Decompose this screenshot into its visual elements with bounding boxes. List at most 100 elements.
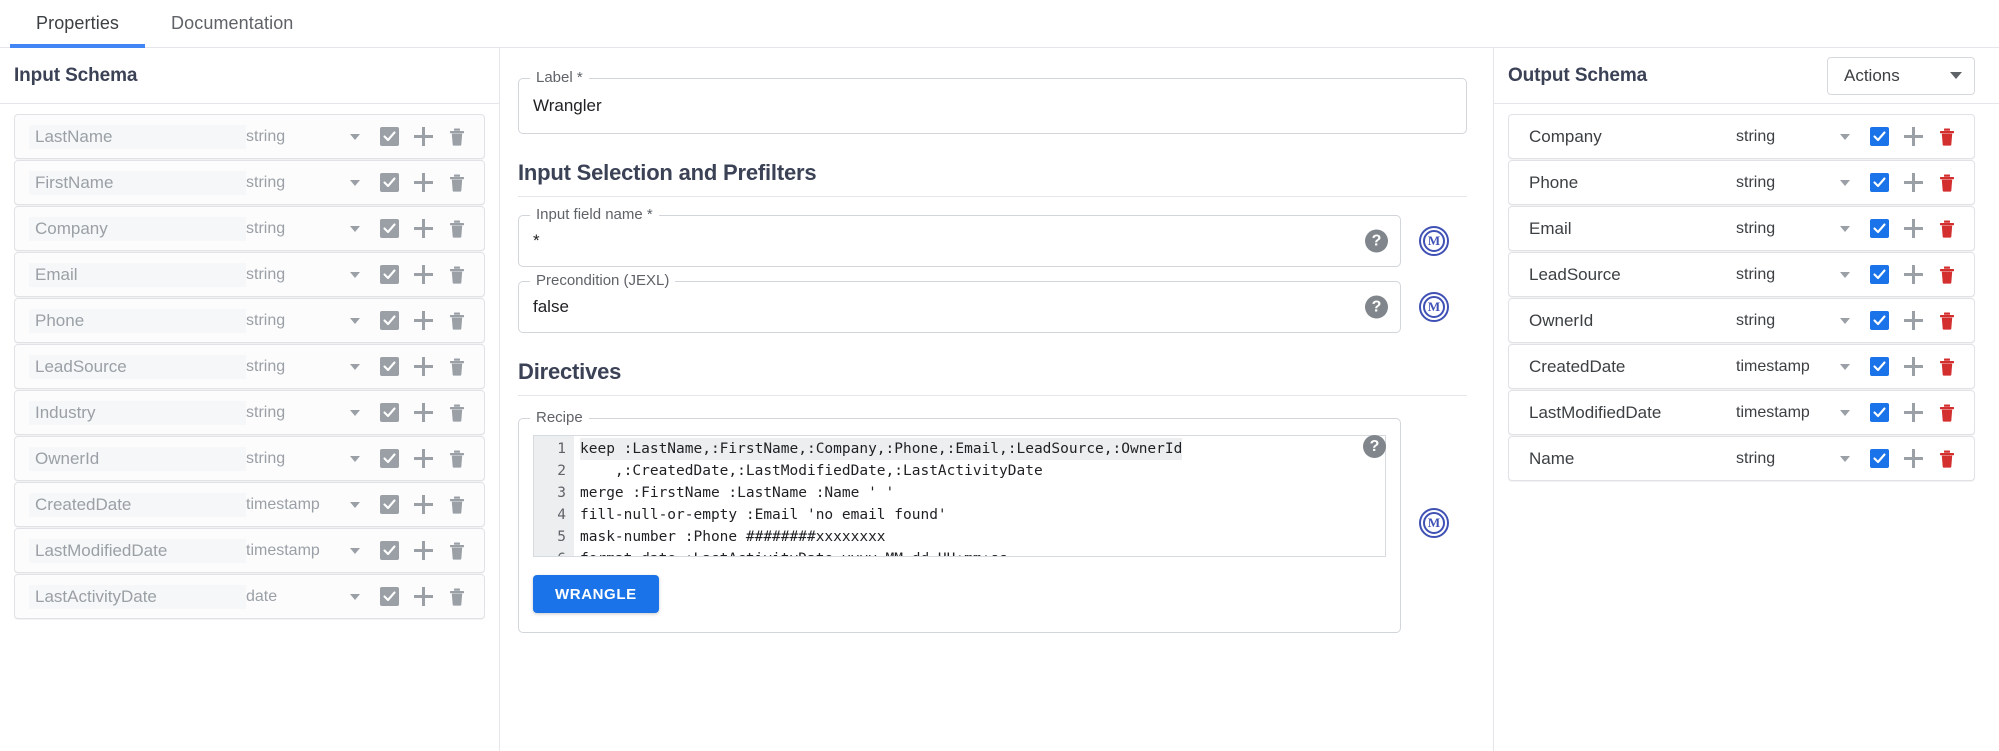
type-dropdown: [338, 490, 372, 520]
field-name-input[interactable]: LeadSource: [1523, 263, 1736, 287]
add-field-button[interactable]: [1896, 352, 1930, 382]
macro-icon[interactable]: M: [1419, 226, 1449, 256]
table-row[interactable]: CreatedDatetimestamp: [1508, 344, 1975, 389]
table-row[interactable]: Companystring: [14, 206, 485, 251]
add-field-button: [406, 352, 440, 382]
tab-properties[interactable]: Properties: [10, 0, 145, 47]
table-row[interactable]: LastModifiedDatetimestamp: [1508, 390, 1975, 435]
add-field-button[interactable]: [1896, 260, 1930, 290]
precondition-input[interactable]: Precondition (JEXL) false ?: [518, 281, 1401, 333]
table-row[interactable]: OwnerIdstring: [1508, 298, 1975, 343]
help-icon[interactable]: ?: [1365, 296, 1388, 319]
wrangle-button[interactable]: WRANGLE: [533, 575, 659, 613]
table-row[interactable]: OwnerIdstring: [14, 436, 485, 481]
delete-field-button[interactable]: [1930, 260, 1964, 290]
checkbox-icon: [1870, 449, 1889, 468]
field-type-label: string: [246, 312, 338, 330]
add-field-button: [406, 536, 440, 566]
delete-field-button[interactable]: [1930, 122, 1964, 152]
add-field-button[interactable]: [1896, 214, 1930, 244]
type-dropdown[interactable]: [1828, 444, 1862, 474]
field-name-input[interactable]: OwnerId: [1523, 309, 1736, 333]
macro-icon[interactable]: M: [1419, 508, 1449, 538]
field-type-label: string: [246, 266, 338, 284]
table-row[interactable]: LastModifiedDatetimestamp: [14, 528, 485, 573]
field-name-input[interactable]: Email: [1523, 217, 1736, 241]
delete-field-button[interactable]: [1930, 352, 1964, 382]
chevron-down-icon: [350, 180, 360, 186]
delete-field-button[interactable]: [1930, 398, 1964, 428]
add-field-button[interactable]: [1896, 168, 1930, 198]
plus-icon: [414, 541, 433, 560]
table-row[interactable]: Industrystring: [14, 390, 485, 435]
field-type-label: timestamp: [1736, 404, 1828, 422]
delete-field-button[interactable]: [1930, 168, 1964, 198]
nullable-checkbox[interactable]: [1862, 306, 1896, 336]
nullable-checkbox[interactable]: [1862, 168, 1896, 198]
plus-icon: [414, 357, 433, 376]
tab-properties-label: Properties: [36, 13, 119, 34]
add-field-button[interactable]: [1896, 122, 1930, 152]
field-name-input[interactable]: Name: [1523, 447, 1736, 471]
help-icon[interactable]: ?: [1365, 230, 1388, 253]
field-name-input[interactable]: Company: [1523, 125, 1736, 149]
type-dropdown[interactable]: [1828, 352, 1862, 382]
add-field-button: [406, 260, 440, 290]
delete-field-button[interactable]: [1930, 306, 1964, 336]
table-row[interactable]: Phonestring: [1508, 160, 1975, 205]
table-row[interactable]: Emailstring: [1508, 206, 1975, 251]
table-row[interactable]: Emailstring: [14, 252, 485, 297]
type-dropdown[interactable]: [1828, 398, 1862, 428]
actions-dropdown[interactable]: Actions: [1827, 57, 1975, 95]
nullable-checkbox[interactable]: [1862, 122, 1896, 152]
nullable-checkbox[interactable]: [1862, 214, 1896, 244]
precondition-legend: Precondition (JEXL): [530, 272, 675, 289]
macro-icon[interactable]: M: [1419, 292, 1449, 322]
type-dropdown[interactable]: [1828, 122, 1862, 152]
field-type-label: string: [246, 220, 338, 238]
table-row[interactable]: FirstNamestring: [14, 160, 485, 205]
table-row[interactable]: Namestring: [1508, 436, 1975, 481]
recipe-code-text[interactable]: keep :LastName,:FirstName,:Company,:Phon…: [574, 436, 1385, 556]
input-selection-section-title: Input Selection and Prefilters: [518, 160, 1467, 186]
add-field-button: [406, 122, 440, 152]
recipe-code-editor[interactable]: 123456 keep :LastName,:FirstName,:Compan…: [533, 435, 1386, 557]
label-field[interactable]: Label * Wrangler: [518, 78, 1467, 134]
table-row[interactable]: CreatedDatetimestamp: [14, 482, 485, 527]
table-row[interactable]: LastNamestring: [14, 114, 485, 159]
type-dropdown: [338, 306, 372, 336]
plus-icon: [414, 219, 433, 238]
table-row[interactable]: LeadSourcestring: [1508, 252, 1975, 297]
nullable-checkbox[interactable]: [1862, 398, 1896, 428]
add-field-button: [406, 490, 440, 520]
table-row[interactable]: LeadSourcestring: [14, 344, 485, 389]
delete-field-button[interactable]: [1930, 444, 1964, 474]
add-field-button: [406, 582, 440, 612]
type-dropdown[interactable]: [1828, 214, 1862, 244]
delete-field-button: [440, 490, 474, 520]
add-field-button[interactable]: [1896, 444, 1930, 474]
type-dropdown[interactable]: [1828, 260, 1862, 290]
add-field-button[interactable]: [1896, 398, 1930, 428]
type-dropdown[interactable]: [1828, 306, 1862, 336]
nullable-checkbox[interactable]: [1862, 260, 1896, 290]
type-dropdown: [338, 260, 372, 290]
nullable-checkbox[interactable]: [1862, 352, 1896, 382]
chevron-down-icon: [1840, 456, 1850, 462]
field-name-input[interactable]: Phone: [1523, 171, 1736, 195]
input-field-name-input[interactable]: Input field name * * ?: [518, 215, 1401, 267]
tab-documentation[interactable]: Documentation: [145, 0, 319, 47]
field-name-input[interactable]: LastModifiedDate: [1523, 401, 1736, 425]
field-type-label: string: [1736, 450, 1828, 468]
type-dropdown[interactable]: [1828, 168, 1862, 198]
table-row[interactable]: Phonestring: [14, 298, 485, 343]
line-number: 5: [534, 526, 566, 548]
help-icon[interactable]: ?: [1363, 435, 1386, 458]
nullable-checkbox[interactable]: [1862, 444, 1896, 474]
table-row[interactable]: LastActivityDatedate: [14, 574, 485, 619]
field-name-input[interactable]: CreatedDate: [1523, 355, 1736, 379]
delete-field-button[interactable]: [1930, 214, 1964, 244]
chevron-down-icon: [350, 594, 360, 600]
add-field-button[interactable]: [1896, 306, 1930, 336]
table-row[interactable]: Companystring: [1508, 114, 1975, 159]
